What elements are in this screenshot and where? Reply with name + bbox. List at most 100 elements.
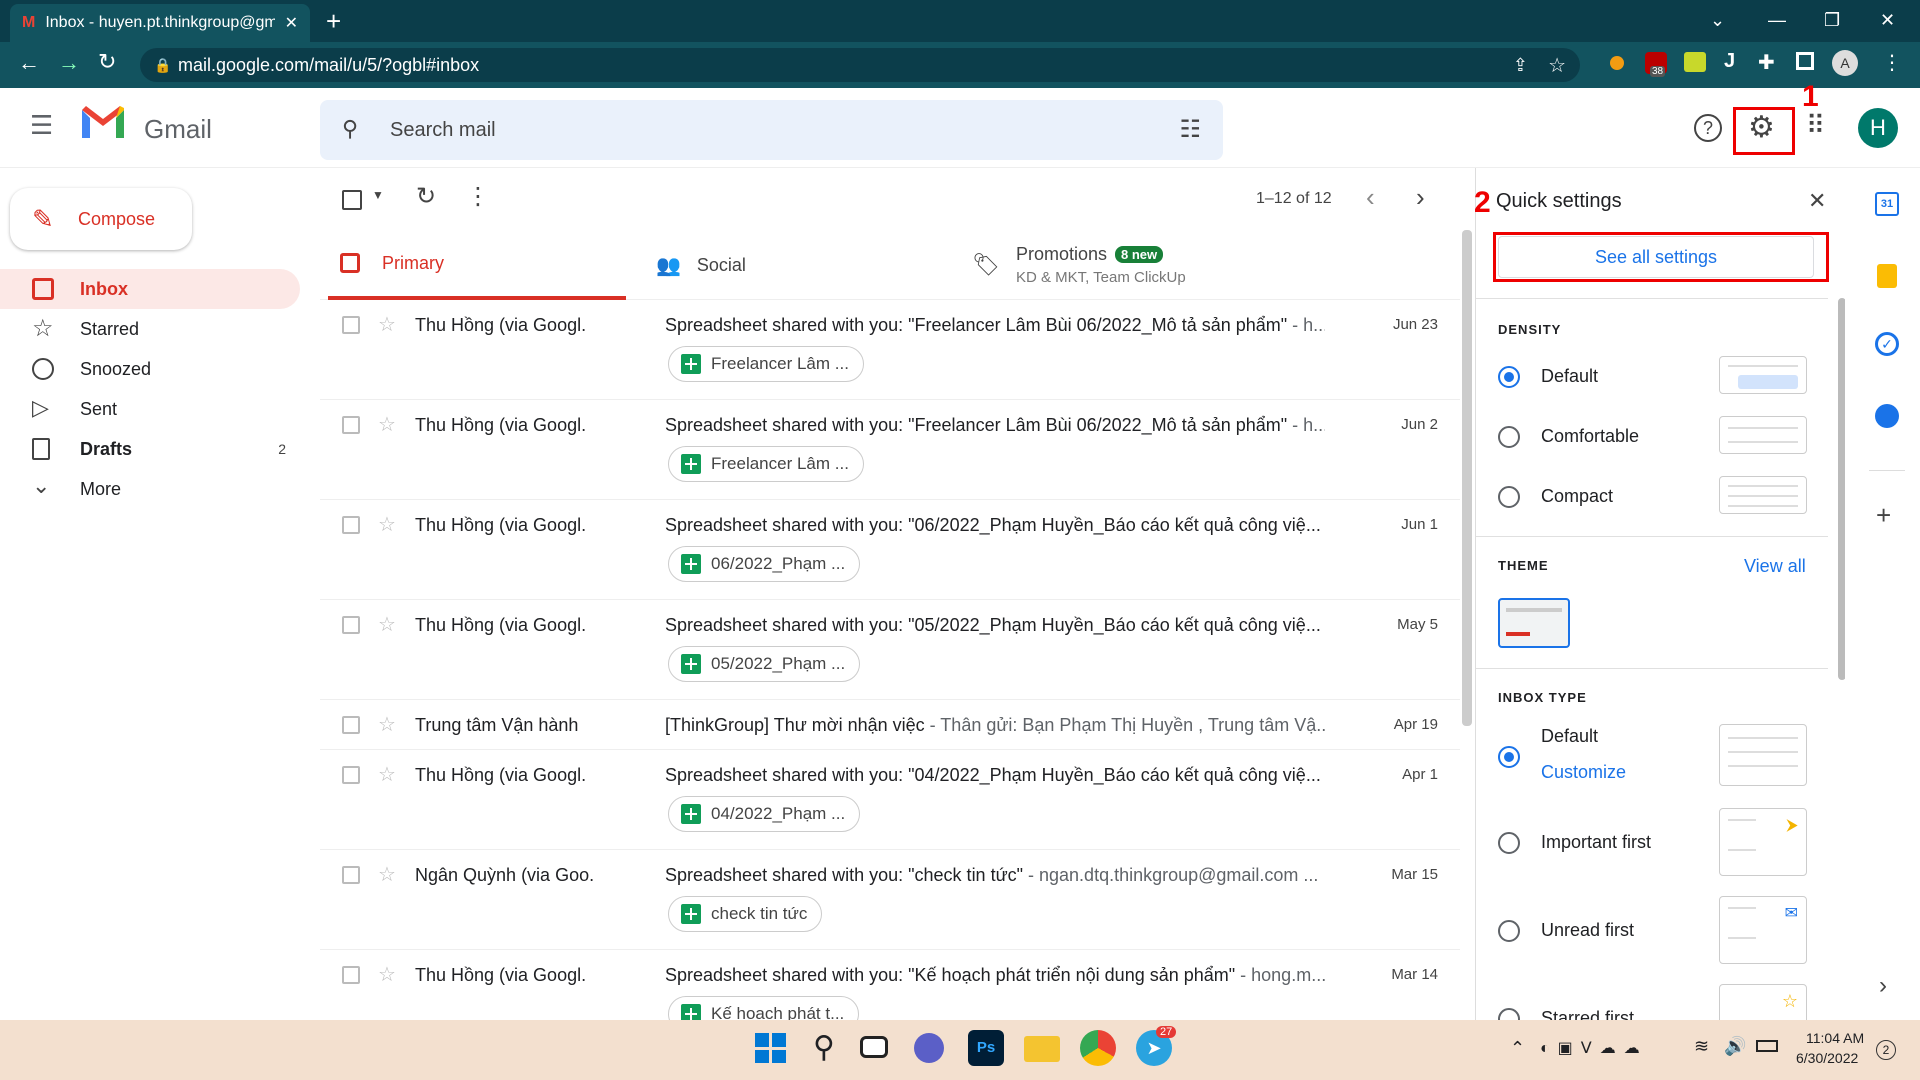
table-row[interactable]: ☆ Thu Hồng (via Googl. Spreadsheet share… [320,400,1460,500]
inbox-default-radio[interactable] [1498,746,1520,768]
row-checkbox[interactable] [342,516,360,534]
next-page-icon[interactable]: › [1416,182,1425,213]
search-icon[interactable]: ⚲ [806,1030,842,1066]
table-row[interactable]: ☆ Trung tâm Vận hành [ThinkGroup] Thư mờ… [320,700,1460,750]
minimize-icon[interactable]: — [1768,10,1786,31]
clock-time[interactable]: 11:04 AM [1806,1030,1864,1046]
extensions-puzzle-icon[interactable]: ✚ [1758,50,1775,75]
attachment-chip[interactable]: 04/2022_Phạm ... [668,796,861,832]
chrome-icon[interactable] [1080,1030,1116,1066]
theme-thumbnail[interactable] [1498,598,1570,648]
row-checkbox[interactable] [342,416,360,434]
select-all-checkbox[interactable] [342,190,362,210]
quick-settings-scrollbar[interactable] [1838,298,1845,680]
tab-promotions[interactable]: 🏷 Promotions 8 new KD & MKT, Team ClickU… [972,230,1392,300]
table-row[interactable]: ☆ Thu Hồng (via Googl. Spreadsheet share… [320,750,1460,850]
attachment-chip[interactable]: 05/2022_Phạm ... [668,646,861,682]
star-icon[interactable]: ☆ [378,712,396,737]
star-icon[interactable]: ☆ [378,862,396,887]
row-checkbox[interactable] [342,866,360,884]
tray-icons[interactable]: ◐▣Ⅴ☁☁ [1540,1038,1648,1058]
search-options-icon[interactable]: ☷ [1179,115,1201,144]
help-icon[interactable]: ? [1694,114,1722,142]
row-checkbox[interactable] [342,966,360,984]
browser-tab-inbox[interactable]: M Inbox - huyen.pt.thinkgroup@gm ✕ [10,4,310,42]
star-icon[interactable]: ☆ [378,312,396,337]
table-row[interactable]: ☆ Thu Hồng (via Googl. Spreadsheet share… [320,500,1460,600]
attachment-chip[interactable]: Freelancer Lâm ... [668,446,864,482]
sidebar-item-sent[interactable]: ▷ Sent [0,389,300,429]
google-apps-icon[interactable]: ⠿ [1806,110,1825,141]
customize-link[interactable]: Customize [1541,762,1626,783]
extension-orange-icon[interactable] [1610,56,1624,70]
reload-icon[interactable]: ↻ [98,49,116,75]
file-explorer-icon[interactable] [1024,1036,1060,1062]
refresh-icon[interactable]: ↻ [416,182,436,211]
important-first-radio[interactable] [1498,832,1520,854]
new-tab-icon[interactable]: + [326,6,341,37]
row-checkbox[interactable] [342,316,360,334]
star-icon[interactable]: ☆ [378,412,396,437]
sidebar-item-starred[interactable]: ☆ Starred [0,309,300,349]
density-compact-radio[interactable] [1498,486,1520,508]
windows-start-icon[interactable] [752,1030,788,1066]
search-icon[interactable]: ⚲ [342,116,358,142]
sidebar-item-inbox[interactable]: Inbox [0,269,300,309]
back-icon[interactable]: ← [18,50,40,76]
sidebar-item-more[interactable]: ⌄ More [0,469,300,509]
restore-icon[interactable]: ❐ [1824,10,1840,31]
keep-icon[interactable] [1877,264,1897,288]
task-view-icon[interactable] [860,1036,888,1058]
close-tab-icon[interactable]: ✕ [285,13,298,33]
bookmark-star-icon[interactable]: ☆ [1548,53,1566,78]
notification-badge[interactable]: 2 [1876,1040,1896,1060]
close-icon[interactable]: ✕ [1808,188,1826,214]
wifi-icon[interactable]: ≋ [1694,1036,1709,1057]
star-icon[interactable]: ☆ [378,962,396,987]
select-dropdown-icon[interactable]: ▼ [372,188,384,202]
star-icon[interactable]: ☆ [378,762,396,787]
extension-yellow-icon[interactable] [1684,52,1706,72]
more-actions-icon[interactable]: ⋮ [466,182,490,211]
tab-search-chevron-icon[interactable]: ⌄ [1710,10,1725,31]
account-avatar[interactable]: H [1858,108,1898,148]
chat-icon[interactable] [914,1033,944,1063]
address-bar[interactable]: 🔒 mail.google.com/mail/u/5/?ogbl#inbox ⇪… [140,48,1580,82]
table-row[interactable]: ☆ Thu Hồng (via Googl. Spreadsheet share… [320,600,1460,700]
browser-menu-icon[interactable]: ⋮ [1882,50,1902,75]
share-icon[interactable]: ⇪ [1513,55,1528,76]
contacts-icon[interactable] [1875,404,1899,428]
density-default-radio[interactable] [1498,366,1520,388]
gmail-logo-icon[interactable] [80,104,126,140]
row-checkbox[interactable] [342,616,360,634]
forward-icon[interactable]: → [58,50,80,76]
density-comfortable-radio[interactable] [1498,426,1520,448]
mail-list-scrollbar[interactable] [1462,230,1472,726]
attachment-chip[interactable]: check tin tức [668,896,823,932]
tasks-icon[interactable]: ✓ [1875,332,1899,356]
view-all-themes-link[interactable]: View all [1744,556,1806,577]
star-icon[interactable]: ☆ [378,612,396,637]
starred-first-radio[interactable] [1498,1008,1520,1020]
tray-chevron-up-icon[interactable]: ⌃ [1510,1038,1525,1059]
row-checkbox[interactable] [342,716,360,734]
attachment-chip[interactable]: Freelancer Lâm ... [668,346,864,382]
attachment-chip[interactable]: 06/2022_Phạm ... [668,546,861,582]
attachment-chip[interactable]: Kế hoạch phát t... [668,996,860,1020]
search-input[interactable]: Search mail [390,119,496,142]
tab-primary[interactable]: Primary [328,230,626,300]
get-addons-plus-icon[interactable]: + [1876,500,1891,531]
row-checkbox[interactable] [342,766,360,784]
close-window-icon[interactable]: ✕ [1880,10,1895,31]
unread-first-radio[interactable] [1498,920,1520,942]
compose-button[interactable]: ✎ Compose [10,188,192,250]
side-panel-icon[interactable] [1796,52,1814,70]
calendar-icon[interactable]: 31 [1875,192,1899,216]
sidebar-item-snoozed[interactable]: Snoozed [0,349,300,389]
sidebar-item-drafts[interactable]: Drafts 2 [0,429,300,469]
table-row[interactable]: ☆ Thu Hồng (via Googl. Spreadsheet share… [320,300,1460,400]
star-icon[interactable]: ☆ [378,512,396,537]
search-bar[interactable]: ⚲ Search mail ☷ [320,100,1223,160]
clock-date[interactable]: 6/30/2022 [1796,1050,1858,1066]
expand-panel-chevron-icon[interactable]: › [1879,972,1887,1000]
